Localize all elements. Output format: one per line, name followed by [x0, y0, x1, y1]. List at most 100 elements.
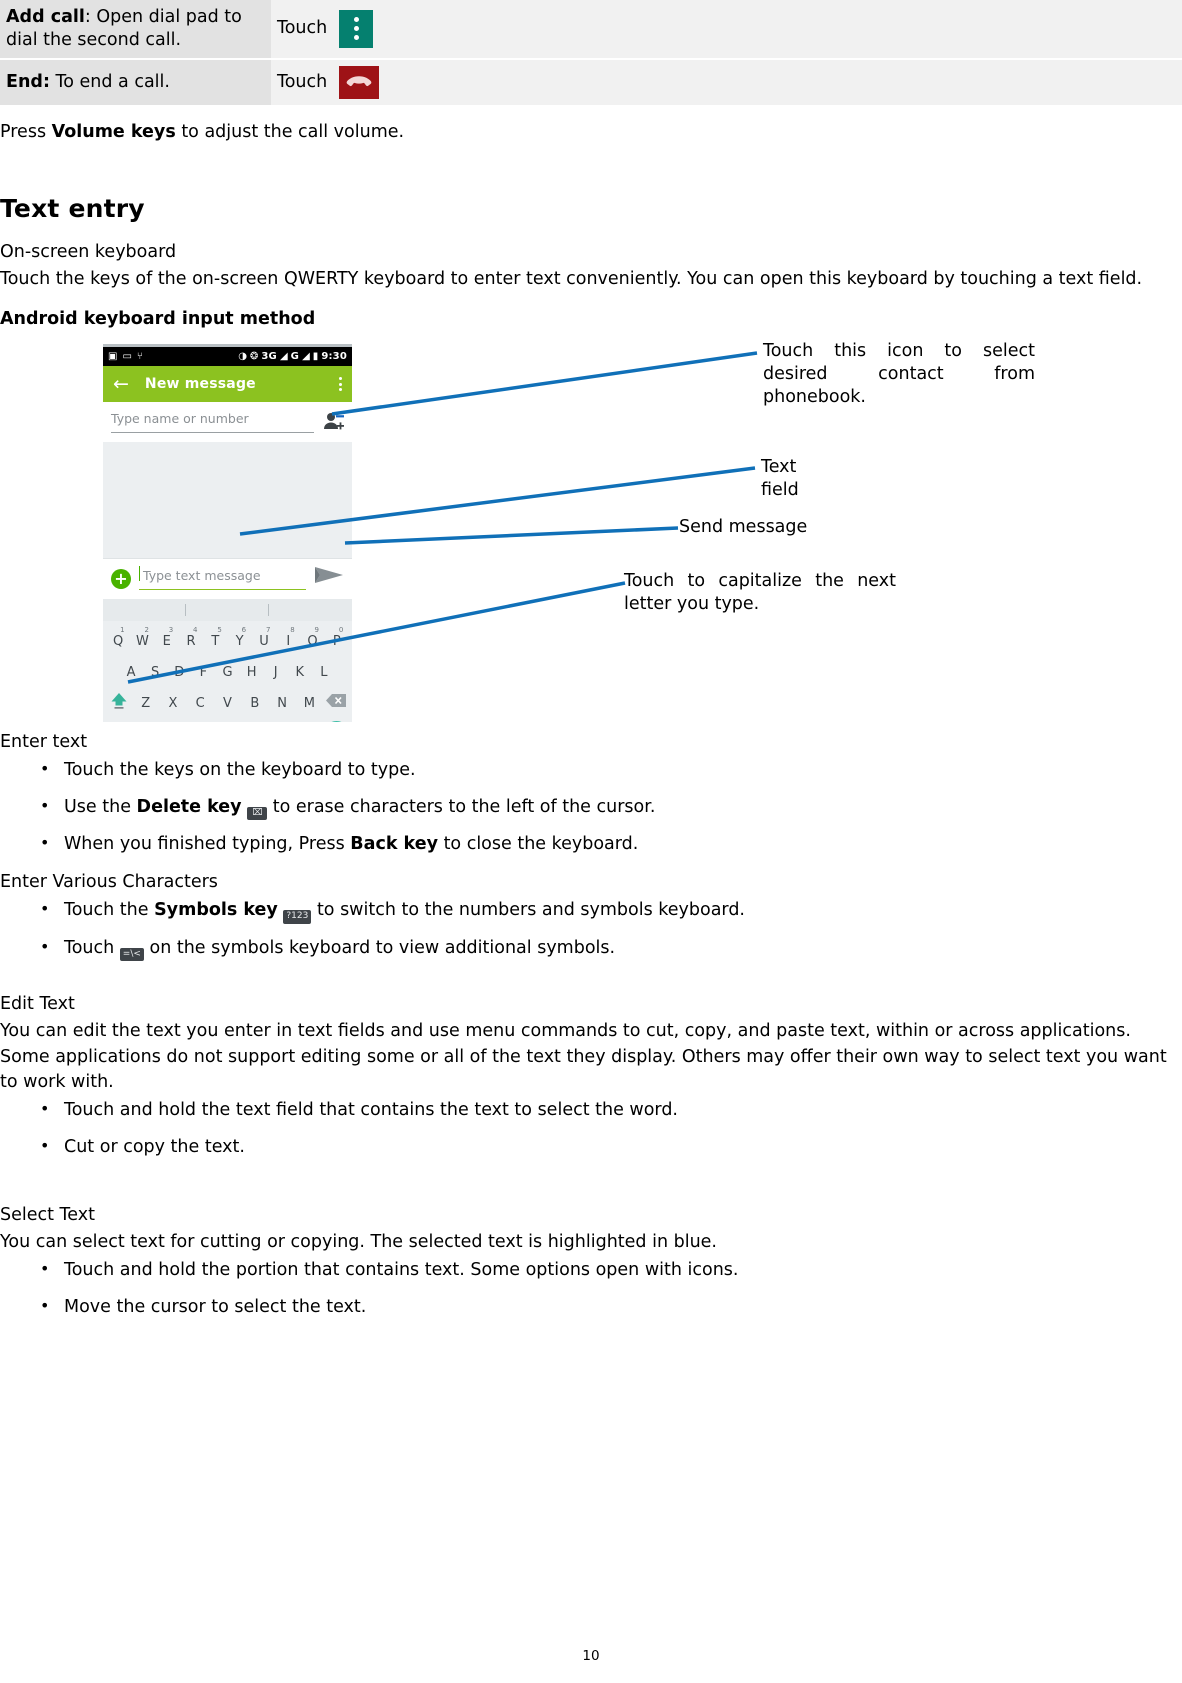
- annotation-capitalize: Touch to capitalize the next letter you …: [624, 570, 896, 616]
- key-y[interactable]: 6Y: [228, 626, 252, 651]
- key-sup: 3: [168, 625, 174, 634]
- delete-icon: ⌧: [247, 807, 268, 821]
- select-text-list: Touch and hold the portion that contains…: [0, 1258, 1182, 1319]
- list-item-post: to erase characters to the left of the c…: [267, 797, 656, 817]
- key-a[interactable]: A: [119, 664, 143, 682]
- more-symbols-key-icon: =\<: [119, 947, 144, 961]
- volume-note: Press Volume keys to adjust the call vol…: [0, 121, 1182, 145]
- key-sup: 0: [338, 625, 344, 634]
- shift-icon[interactable]: [106, 691, 132, 717]
- key-d[interactable]: D: [167, 664, 191, 682]
- clock-label: 9:30: [321, 350, 347, 362]
- overflow-menu-icon: [339, 9, 374, 48]
- phone-app-bar: ← New message: [103, 366, 352, 402]
- key-label: E: [162, 633, 171, 649]
- overflow-menu-icon[interactable]: [339, 377, 342, 391]
- key-o[interactable]: 9O: [300, 626, 324, 651]
- key-f[interactable]: F: [191, 664, 215, 682]
- table-cell-description: Add call: Open dial pad to dial the seco…: [0, 0, 271, 60]
- key-sup: 8: [290, 625, 295, 634]
- key-w[interactable]: 2W: [130, 626, 154, 651]
- touch-label: Touch: [277, 71, 328, 92]
- key-j[interactable]: J: [264, 664, 288, 682]
- key-sup: 2: [144, 625, 149, 634]
- key-label: Y: [235, 633, 244, 649]
- back-arrow-icon[interactable]: ←: [113, 374, 129, 394]
- key-sup: 9: [314, 625, 319, 634]
- call-options-table: Add call: Open dial pad to dial the seco…: [0, 0, 1182, 107]
- symbols-key-icon: ?123: [283, 910, 312, 924]
- key-sup: 1: [120, 625, 125, 634]
- list-item-post: to close the keyboard.: [438, 834, 639, 855]
- annotation-text-field: Text field: [761, 456, 881, 502]
- list-item-text: Touch the keys on the keyboard to type.: [64, 760, 416, 781]
- key-u[interactable]: 7U: [252, 626, 276, 651]
- key-r[interactable]: 4R: [179, 626, 203, 651]
- key-label: Q: [113, 633, 124, 649]
- key-z[interactable]: Z: [132, 695, 159, 713]
- keyboard-row-2: A S D F G H J K L: [106, 657, 349, 688]
- page-title: Text entry: [0, 194, 145, 224]
- keyboard-row-4: ?123 , . ☺: [106, 719, 349, 722]
- key-e[interactable]: 3E: [155, 626, 179, 651]
- key-label: O: [307, 633, 318, 649]
- heading-enter-various-characters: Enter Various Characters: [0, 871, 218, 892]
- volume-note-suffix: to adjust the call volume.: [175, 121, 405, 142]
- list-item-pre: Touch: [64, 937, 120, 958]
- key-k[interactable]: K: [288, 664, 312, 682]
- key-sup: 7: [265, 625, 271, 634]
- key-label: R: [186, 633, 196, 649]
- table-cell-action: Touch: [271, 58, 1182, 107]
- annotation-text-field-line2: field: [761, 479, 799, 500]
- suggestion-bar: [103, 599, 352, 621]
- list-item: Touch the Symbols key ?123 to switch to …: [40, 898, 1182, 924]
- list-item: Touch =\< on the symbols keyboard to vie…: [40, 935, 1182, 961]
- table-cell-description: End: To end a call.: [0, 58, 271, 107]
- end-call-icon: [339, 65, 380, 99]
- key-g[interactable]: G: [215, 664, 239, 682]
- usb-icon: ⑂: [136, 350, 143, 362]
- annotation-text-field-line1: Text: [761, 457, 797, 477]
- key-n[interactable]: N: [268, 695, 295, 713]
- row-label-rest: To end a call.: [49, 71, 170, 92]
- send-icon[interactable]: [314, 565, 344, 593]
- key-b[interactable]: B: [241, 695, 268, 713]
- key-t[interactable]: 5T: [203, 626, 227, 651]
- delete-icon[interactable]: [323, 693, 349, 714]
- key-p[interactable]: 0P: [325, 626, 349, 651]
- key-h[interactable]: H: [240, 664, 264, 682]
- vibrate-icon: ◑: [238, 350, 247, 362]
- annotation-contact-text: Touch this icon to select desired contac…: [763, 341, 1035, 407]
- key-x[interactable]: X: [159, 695, 186, 713]
- battery-icon: ▮: [312, 350, 319, 362]
- key-m[interactable]: M: [296, 695, 323, 713]
- list-item-bold: Symbols key: [154, 900, 278, 921]
- annotation-capitalize-text: Touch to capitalize the next letter you …: [624, 571, 896, 614]
- phone-status-bar: ▣ ▭ ⑂ ◑ ❂ 3G ◢ G ◢ ▮ 9:30: [103, 347, 352, 366]
- key-v[interactable]: V: [214, 695, 241, 713]
- list-item-pre: Use the: [64, 797, 137, 817]
- key-label: P: [332, 633, 341, 649]
- add-contact-icon[interactable]: [322, 411, 344, 433]
- message-input[interactable]: Type text message: [139, 566, 306, 590]
- key-c[interactable]: C: [187, 695, 214, 713]
- key-s[interactable]: S: [143, 664, 167, 682]
- message-thread-area: [103, 442, 352, 558]
- key-l[interactable]: L: [312, 664, 336, 682]
- key-label: I: [286, 633, 291, 649]
- list-item: Touch and hold the portion that contains…: [40, 1258, 1182, 1283]
- plus-circle-icon[interactable]: +: [111, 569, 131, 589]
- intro-paragraph: Touch the keys of the on-screen QWERTY k…: [0, 269, 1143, 290]
- key-sup: 5: [217, 625, 222, 634]
- key-i[interactable]: 8I: [276, 626, 300, 651]
- key-q[interactable]: 1Q: [106, 626, 130, 651]
- key-sup: 4: [193, 625, 198, 634]
- table-cell-action: Touch: [271, 0, 1182, 60]
- list-item: Touch and hold the text field that conta…: [40, 1098, 1182, 1123]
- compose-row: + Type text message: [103, 558, 352, 599]
- recipient-input[interactable]: Type name or number: [111, 411, 314, 434]
- table-row: Add call: Open dial pad to dial the seco…: [0, 0, 1182, 60]
- keyboard-row-3: Z X C V B N M: [106, 688, 349, 719]
- row-label-bold: End:: [6, 71, 50, 92]
- emoji-icon[interactable]: ☺: [323, 720, 349, 722]
